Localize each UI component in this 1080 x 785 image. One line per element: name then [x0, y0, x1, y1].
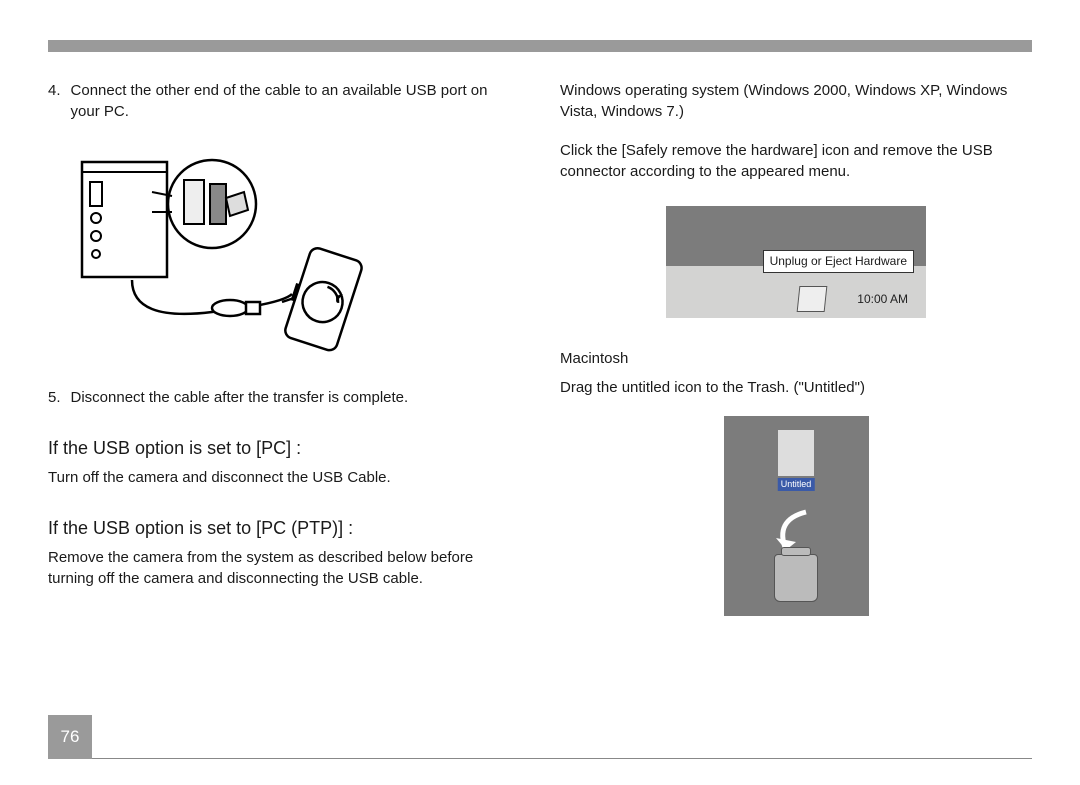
mac-body: Drag the untitled icon to the Trash. ("U…: [560, 377, 1032, 398]
step-4: 4. Connect the other end of the cable to…: [48, 80, 520, 122]
page-footer: 76: [48, 758, 1032, 759]
body-usb-ptp: Remove the camera from the system as des…: [48, 547, 520, 589]
step-text: Disconnect the cable after the transfer …: [71, 387, 409, 408]
step-number: 5.: [48, 387, 61, 408]
pc-connection-illustration: [72, 152, 372, 357]
untitled-drive-label: Untitled: [778, 478, 815, 491]
step-number: 4.: [48, 80, 61, 122]
body-usb-pc: Turn off the camera and disconnect the U…: [48, 467, 520, 488]
safely-remove-icon: [797, 286, 828, 312]
step-text: Connect the other end of the cable to an…: [71, 80, 520, 122]
mac-heading: Macintosh: [560, 348, 1032, 369]
untitled-drive-icon: [778, 430, 814, 476]
manual-page: 4. Connect the other end of the cable to…: [48, 40, 1032, 745]
windows-body: Click the [Safely remove the hardware] i…: [560, 140, 1032, 182]
header-bar: [48, 40, 1032, 52]
left-column: 4. Connect the other end of the cable to…: [48, 80, 520, 616]
right-column: Windows operating system (Windows 2000, …: [560, 80, 1032, 616]
mac-trash-figure: Untitled: [724, 416, 869, 616]
two-column-layout: 4. Connect the other end of the cable to…: [48, 80, 1032, 616]
usb-connection-icon: [72, 152, 372, 357]
trash-icon: [774, 554, 818, 602]
page-number: 76: [48, 715, 92, 759]
heading-usb-pc: If the USB option is set to [PC] :: [48, 436, 520, 461]
windows-systray-figure: Unplug or Eject Hardware 10:00 AM: [666, 206, 926, 318]
windows-os-line: Windows operating system (Windows 2000, …: [560, 80, 1032, 122]
systray-clock: 10:00 AM: [857, 291, 908, 308]
systray-tooltip: Unplug or Eject Hardware: [763, 250, 914, 273]
heading-usb-ptp: If the USB option is set to [PC (PTP)] :: [48, 516, 520, 541]
step-5: 5. Disconnect the cable after the transf…: [48, 387, 520, 408]
